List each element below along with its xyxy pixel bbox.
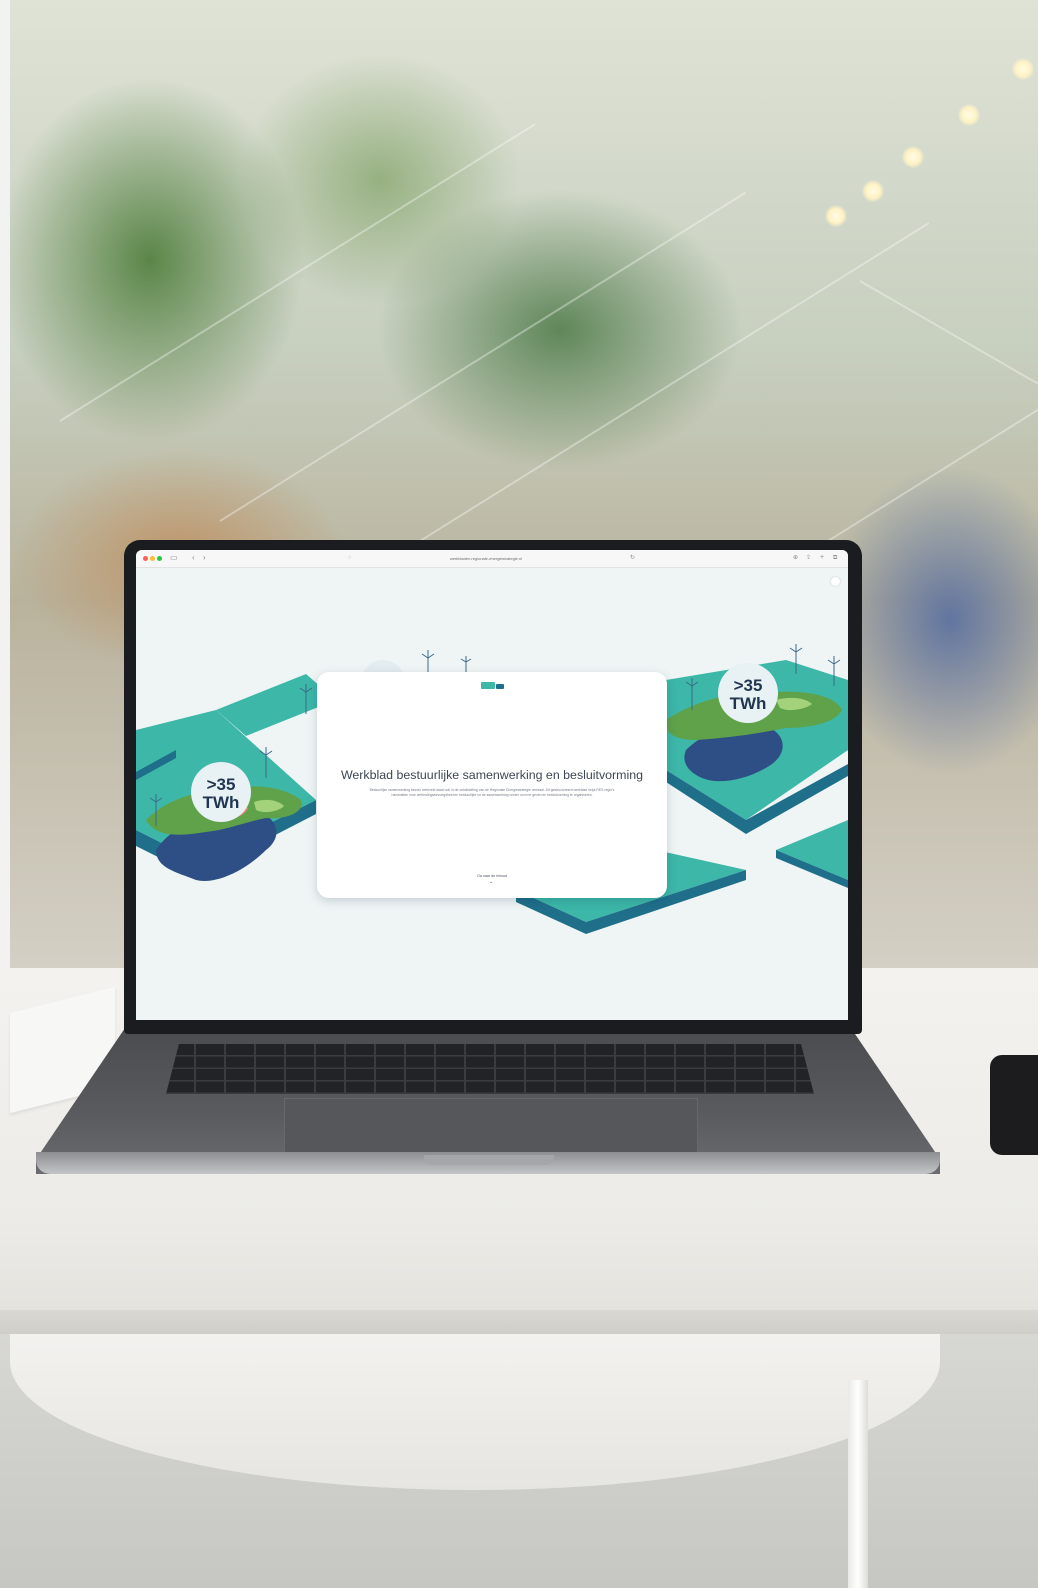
intro-modal: Werkblad bestuurlijke samenwerking en be… [317, 672, 667, 898]
ceiling-light [958, 104, 980, 126]
desk-edge [0, 1310, 1038, 1334]
ceiling-light [825, 205, 847, 227]
smartphone [990, 1055, 1038, 1155]
table-leg [848, 1380, 868, 1588]
description-line: handvatten voor verbindingsbevoegdheid e… [391, 793, 593, 797]
res-logo [481, 682, 504, 689]
ceiling-light [1012, 58, 1034, 80]
ceiling-light [862, 180, 884, 202]
page-title: Werkblad bestuurlijke samenwerking en be… [340, 768, 644, 782]
badge-right-line1: >35 [734, 676, 763, 695]
ceiling-light [902, 146, 924, 168]
laptop-notch [424, 1155, 554, 1165]
laptop-screen: ▭ ‹ › ◌ werkbladen.regionale-energiestra… [136, 550, 848, 1020]
go-to-content-link[interactable]: Ga naar de inhoud [442, 874, 542, 878]
laptop-keyboard [166, 1044, 814, 1094]
laptop-trackpad [284, 1098, 698, 1154]
badge-left-line1: >35 [207, 775, 236, 794]
badge-left-line2: TWh [203, 793, 240, 812]
chevron-down-icon[interactable]: ⌄ [489, 879, 493, 885]
badge-right-line2: TWh [730, 694, 767, 713]
page-description: Bestuurlijke samenwerking binnen werkvel… [339, 788, 645, 798]
